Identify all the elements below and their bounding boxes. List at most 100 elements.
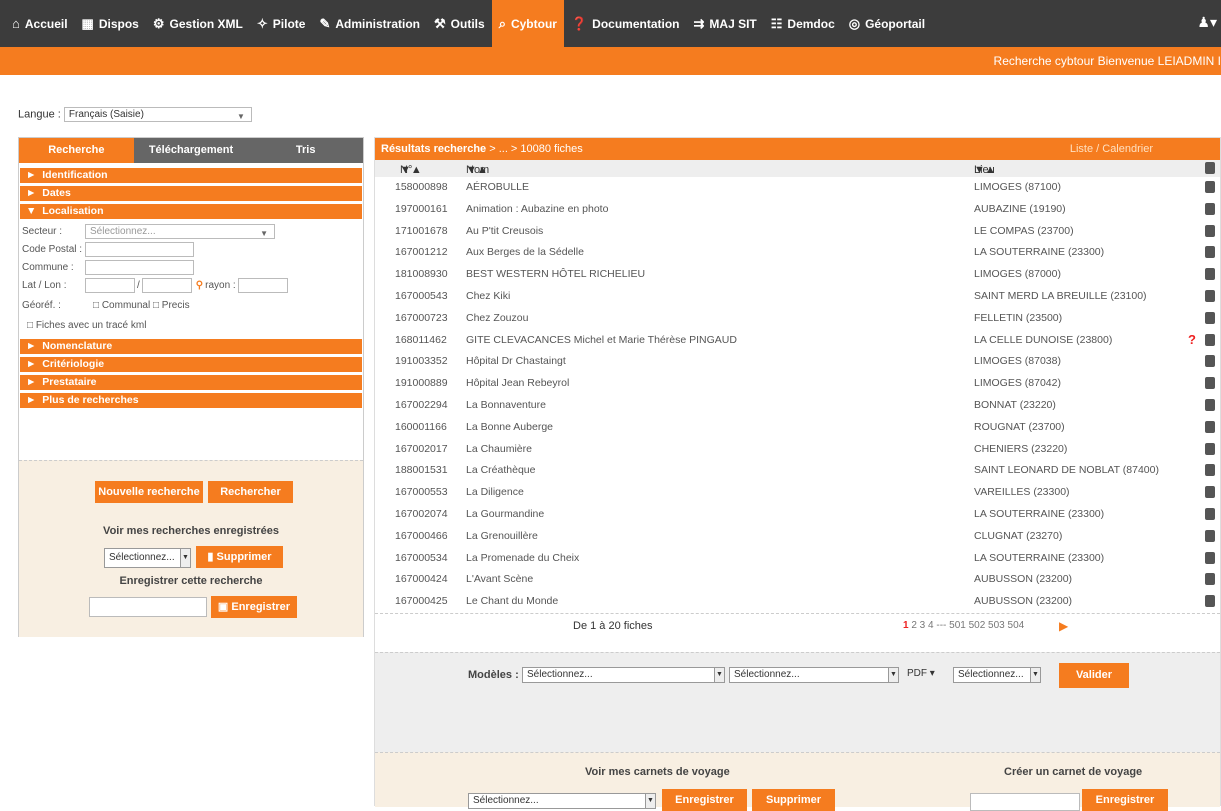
table-row[interactable]: 167001212 Aux Berges de la Sédelle LA SOUT…: [375, 242, 1220, 264]
table-row[interactable]: 191003352 Hôpital Dr Chastaingt LIMOGES (8…: [375, 351, 1220, 373]
secteur-select[interactable]: Sélectionnez... ▼: [85, 223, 275, 239]
table-row[interactable]: 167002074 La Gourmandine LA SOUTERRAINE (2…: [375, 504, 1220, 526]
view-toggle[interactable]: Liste / Calendrier: [1070, 138, 1153, 160]
new-search-button[interactable]: Nouvelle recherche: [95, 481, 203, 503]
nav-item-accueil[interactable]: ⌂ Accueil: [5, 0, 75, 47]
nav-item-administration[interactable]: ✎ Administration: [312, 0, 427, 47]
section-dates[interactable]: ► Dates: [20, 186, 362, 201]
export-icon[interactable]: [1205, 377, 1215, 390]
model-select-2[interactable]: Sélectionnez... ▼: [729, 667, 899, 683]
table-row[interactable]: 167000466 La Grenouillère CLUGNAT (23270): [375, 526, 1220, 548]
user-icon[interactable]: ♟▾: [1197, 14, 1217, 31]
cp-input[interactable]: [85, 241, 194, 257]
tab-telechargement[interactable]: Téléchargement: [133, 138, 249, 163]
export-icon[interactable]: [1205, 507, 1215, 520]
table-row[interactable]: 160001166 La Bonne Auberge ROUGNAT (23700): [375, 417, 1220, 439]
table-row[interactable]: 168011462 GITE CLEVACANCES Michel et Mari…: [375, 330, 1220, 352]
table-row[interactable]: 167000425 Le Chant du Monde AUBUSSON (2320…: [375, 591, 1220, 613]
export-icon[interactable]: [1205, 398, 1215, 411]
row-location: LE COMPAS (23700): [974, 224, 1074, 237]
magnifier-icon[interactable]: ⚲: [196, 280, 203, 291]
communal-checkbox[interactable]: □: [93, 300, 99, 311]
next-page-icon[interactable]: ▶: [1059, 619, 1068, 633]
export-icon[interactable]: [1205, 529, 1215, 542]
row-number: 160001166: [395, 420, 447, 433]
nav-item-pilote[interactable]: ✧ Pilote: [250, 0, 313, 47]
table-row[interactable]: 167002294 La Bonnaventure BONNAT (23220): [375, 395, 1220, 417]
export-icon[interactable]: [1205, 181, 1215, 193]
nav-item-demdoc[interactable]: ☷ Demdoc: [764, 0, 842, 47]
table-row[interactable]: 181008930 BEST WESTERN HÔTEL RICHELIEU LIM…: [375, 264, 1220, 286]
format-select[interactable]: PDF ▾: [903, 667, 951, 683]
nav-item-cybtour[interactable]: ⌕ Cybtour: [491, 0, 564, 47]
lat-input[interactable]: [85, 277, 135, 293]
export-icon[interactable]: [1205, 442, 1215, 455]
commune-input[interactable]: [85, 259, 194, 275]
section-identification[interactable]: ► Identification: [20, 168, 362, 183]
section-nomenclature[interactable]: ► Nomenclature: [20, 339, 362, 354]
table-row[interactable]: 188001531 La Créathèque SAINT LEONARD DE N…: [375, 460, 1220, 482]
nav-item-documentation[interactable]: ❓ Documentation: [564, 0, 687, 47]
language-select[interactable]: Français (Saisie) ▼: [63, 107, 252, 122]
row-name: La Promenade du Cheix: [466, 551, 580, 564]
nav-item-maj-sit[interactable]: ⇉ MAJ SIT: [687, 0, 764, 47]
delete-travel-book-button[interactable]: Supprimer: [752, 789, 835, 811]
export-icon[interactable]: [1205, 420, 1215, 433]
export-icon[interactable]: [1205, 464, 1215, 477]
saved-searches-select[interactable]: Sélectionnez... ▼: [104, 548, 191, 568]
export-icon[interactable]: [1205, 573, 1215, 586]
export-icon[interactable]: [1205, 268, 1215, 281]
export-icon[interactable]: [1205, 311, 1215, 324]
page-links[interactable]: 1 2 3 4 --- 501 502 503 504: [903, 620, 1024, 631]
save-travel-book-button[interactable]: Enregistrer: [662, 789, 747, 811]
nav-item-dispos[interactable]: ▦ Dispos: [75, 0, 146, 47]
table-row[interactable]: 167000553 La Diligence VAREILLES (23300): [375, 482, 1220, 504]
export-icon[interactable]: [1205, 202, 1215, 215]
row-name: La Diligence: [466, 486, 524, 499]
search-button[interactable]: Rechercher: [208, 481, 293, 503]
section-plus[interactable]: ► Plus de recherches: [20, 393, 362, 408]
table-row[interactable]: 167000534 La Promenade du Cheix LA SOUTERR…: [375, 548, 1220, 570]
table-row[interactable]: 171001678 Au P'tit Creusois LE COMPAS (237…: [375, 221, 1220, 243]
export-icon[interactable]: [1205, 355, 1215, 368]
help-icon[interactable]: ?: [1188, 332, 1196, 347]
create-travel-book-button[interactable]: Enregistrer: [1082, 789, 1168, 811]
nav-item-gestion-xml[interactable]: ⚙ Gestion XML: [146, 0, 250, 47]
table-row[interactable]: 167000424 L'Avant Scène AUBUSSON (23200): [375, 569, 1220, 591]
rayon-input[interactable]: [237, 277, 288, 293]
section-prestataire[interactable]: ► Prestataire: [20, 375, 362, 390]
export-icon[interactable]: [1205, 595, 1215, 608]
travel-book-select[interactable]: Sélectionnez... ▼: [468, 793, 656, 809]
lon-input[interactable]: [141, 277, 192, 293]
table-row[interactable]: 167000543 Chez Kiki SAINT MERD LA BREUILLE…: [375, 286, 1220, 308]
delete-search-button[interactable]: ▮ Supprimer: [196, 546, 283, 568]
model-select-3[interactable]: Sélectionnez... ▼: [953, 667, 1041, 683]
save-search-input[interactable]: [89, 597, 207, 617]
row-location: SAINT LEONARD DE NOBLAT (87400): [974, 464, 1159, 477]
section-criteriologie[interactable]: ► Critériologie: [20, 357, 362, 372]
export-icon[interactable]: [1205, 246, 1215, 259]
nav-item-outils[interactable]: ⚒ Outils: [427, 0, 492, 47]
table-row[interactable]: 158000898 AÉROBULLE LIMOGES (87100): [375, 177, 1220, 199]
nav-label: Documentation: [592, 16, 680, 31]
new-travel-book-input[interactable]: [970, 793, 1080, 811]
tab-tris[interactable]: Tris: [248, 138, 364, 163]
table-row[interactable]: 191000889 Hôpital Jean Rebeyrol LIMOGES (8…: [375, 373, 1220, 395]
nav-item-g-oportail[interactable]: ◎ Géoportail: [842, 0, 932, 47]
validate-button[interactable]: Valider: [1059, 663, 1129, 688]
kml-checkbox[interactable]: □: [27, 320, 33, 331]
export-icon[interactable]: [1205, 224, 1215, 237]
section-localisation[interactable]: ▼ Localisation: [20, 204, 362, 219]
export-icon[interactable]: [1205, 486, 1215, 499]
save-search-button[interactable]: ▣ Enregistrer: [211, 596, 297, 618]
table-row[interactable]: 167002017 La Chaumière CHENIERS (23220): [375, 439, 1220, 461]
export-icon[interactable]: [1205, 289, 1215, 302]
table-row[interactable]: 197000161 Animation : Aubazine en photo AU…: [375, 199, 1220, 221]
export-icon[interactable]: [1205, 333, 1215, 346]
tab-recherche[interactable]: Recherche: [19, 138, 134, 163]
export-icon[interactable]: [1205, 551, 1215, 564]
model-select-1[interactable]: Sélectionnez... ▼: [522, 667, 725, 683]
precis-checkbox[interactable]: □: [153, 300, 159, 311]
table-row[interactable]: 167000723 Chez Zouzou FELLETIN (23500): [375, 308, 1220, 330]
export-all-icon[interactable]: [1205, 162, 1215, 174]
